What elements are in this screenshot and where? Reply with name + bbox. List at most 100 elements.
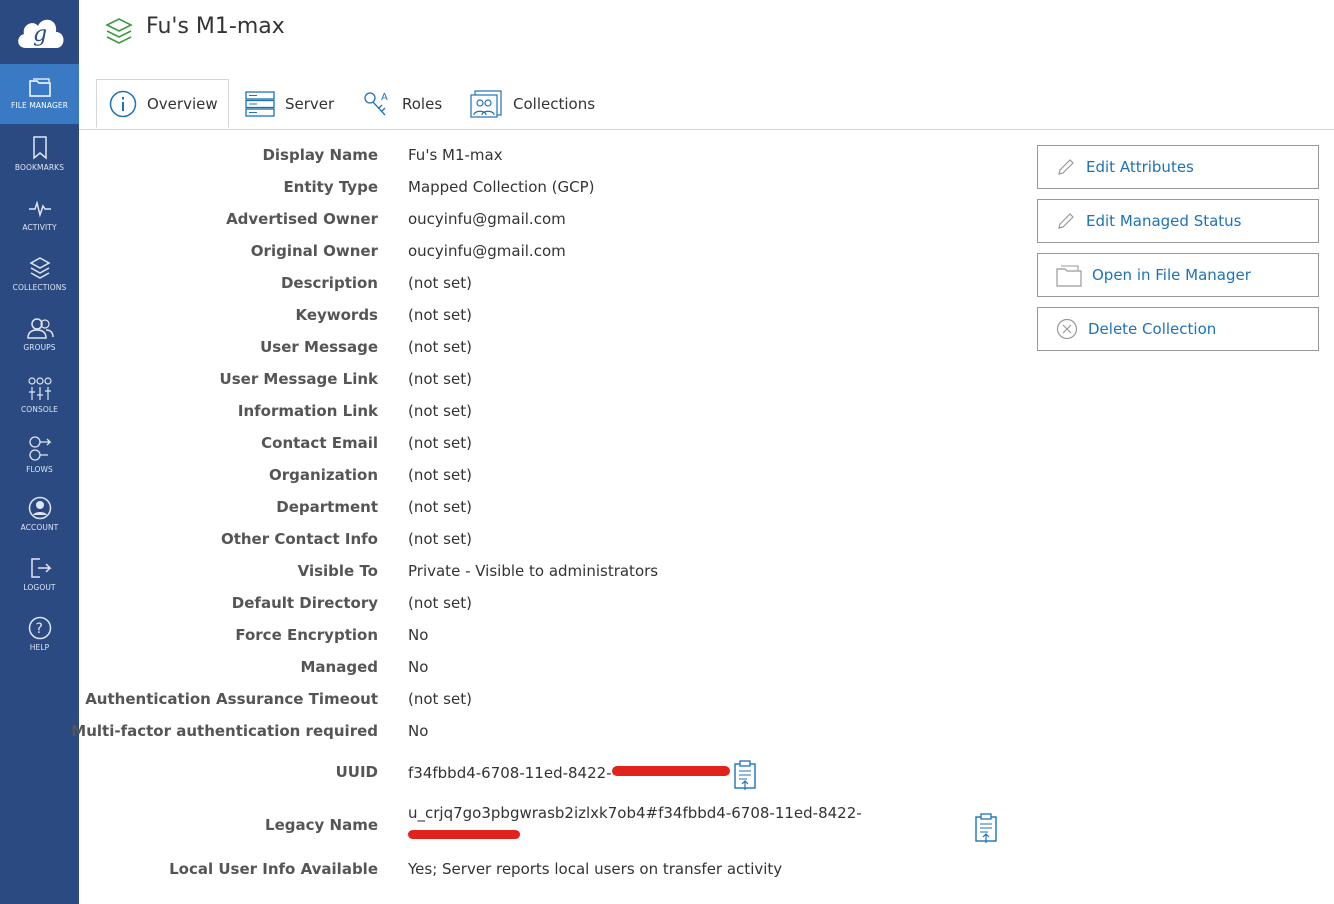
legacy-name-value: u_crjq7go3pbgwrasb2izlxk7ob4#f34fbbd4-67…	[408, 804, 862, 822]
field-value: No	[408, 722, 429, 740]
field-value: (not set)	[408, 402, 472, 420]
field-value: No	[408, 658, 429, 676]
collections-icon	[28, 257, 51, 279]
open-in-file-manager-button[interactable]: Open in File Manager	[1037, 253, 1319, 297]
local-user-info-label: Local User Info Available	[169, 860, 378, 878]
flows-icon	[28, 436, 52, 461]
field-label: Keywords	[295, 306, 378, 324]
server-icon	[245, 91, 275, 117]
sidebar-item-groups[interactable]: GROUPS	[0, 304, 79, 364]
delete-collection-button[interactable]: Delete Collection	[1037, 307, 1319, 351]
sidebar-item-collections[interactable]: COLLECTIONS	[0, 244, 79, 304]
pencil-icon	[1058, 213, 1074, 229]
field-value: oucyinfu@gmail.com	[408, 242, 566, 260]
sidebar-item-label: CONSOLE	[20, 405, 59, 414]
field-label: User Message Link	[219, 370, 378, 388]
field-value: Fu's M1-max	[408, 146, 503, 164]
button-label: Delete Collection	[1088, 320, 1217, 338]
sidebar-item-console[interactable]: CONSOLE	[0, 364, 79, 424]
sidebar-item-help[interactable]: ? HELP	[0, 604, 79, 664]
redaction-mark	[408, 830, 520, 839]
console-icon	[27, 377, 52, 400]
info-icon	[109, 90, 137, 117]
svg-text:g: g	[33, 22, 47, 47]
field-value: (not set)	[408, 338, 472, 356]
pencil-icon	[1058, 159, 1074, 175]
field-value: (not set)	[408, 466, 472, 484]
tab-bar: Overview Server A Roles Collections	[79, 79, 1334, 130]
sidebar-item-bookmarks[interactable]: BOOKMARKS	[0, 124, 79, 184]
sidebar: g FILE MANAGER BOOKMARKS ACTIVITY COLLEC…	[0, 0, 79, 904]
field-label: Authentication Assurance Timeout	[85, 690, 378, 708]
field-label: Display Name	[262, 146, 378, 164]
close-circle-icon	[1056, 318, 1078, 340]
tab-label: Collections	[513, 95, 596, 113]
field-label: Description	[280, 274, 378, 292]
tab-collections[interactable]: Collections	[469, 79, 595, 129]
sidebar-item-account[interactable]: ACCOUNT	[0, 484, 79, 544]
file-manager-icon	[1056, 265, 1082, 287]
tab-label: Roles	[402, 95, 443, 113]
svg-text:?: ?	[35, 621, 42, 637]
collection-layers-icon	[104, 16, 134, 50]
roles-key-icon: A	[364, 92, 388, 116]
button-label: Open in File Manager	[1092, 266, 1251, 284]
copy-uuid-icon[interactable]	[733, 759, 757, 795]
sidebar-item-file-manager[interactable]: FILE MANAGER	[0, 64, 79, 124]
button-label: Edit Attributes	[1086, 158, 1194, 176]
activity-icon	[28, 200, 51, 218]
field-label: Original Owner	[250, 242, 378, 260]
field-label: Force Encryption	[235, 626, 378, 644]
tab-label: Server	[285, 95, 335, 113]
legacy-name-label: Legacy Name	[265, 816, 378, 834]
tab-label: Overview	[147, 94, 218, 113]
field-value: Private - Visible to administrators	[408, 562, 659, 580]
field-value: (not set)	[408, 530, 472, 548]
field-label: Department	[276, 498, 378, 516]
svg-text:A: A	[381, 92, 388, 103]
field-label: Advertised Owner	[226, 210, 378, 228]
page-title: Fu's M1-max	[146, 14, 285, 39]
copy-legacy-name-icon[interactable]	[974, 812, 998, 848]
sidebar-item-flows[interactable]: FLOWS	[0, 424, 79, 484]
globus-logo[interactable]: g	[0, 0, 79, 64]
field-value: (not set)	[408, 498, 472, 516]
field-label: Default Directory	[231, 594, 378, 612]
field-label: Other Contact Info	[220, 530, 378, 548]
file-manager-icon	[28, 78, 51, 97]
sidebar-item-label: GROUPS	[23, 343, 56, 352]
tab-roles[interactable]: A Roles	[362, 79, 442, 129]
sidebar-item-activity[interactable]: ACTIVITY	[0, 184, 79, 244]
local-user-info-value: Yes; Server reports local users on trans…	[408, 860, 783, 878]
field-label: Entity Type	[283, 178, 378, 196]
edit-attributes-button[interactable]: Edit Attributes	[1037, 145, 1319, 189]
field-value: (not set)	[408, 434, 472, 452]
logout-icon	[30, 558, 52, 578]
redaction-mark	[612, 766, 730, 776]
sidebar-item-label: FILE MANAGER	[11, 101, 68, 110]
bookmark-icon	[32, 136, 47, 160]
field-value: Mapped Collection (GCP)	[408, 178, 595, 196]
collections-tab-icon	[470, 90, 502, 118]
tab-server[interactable]: Server	[245, 79, 334, 129]
field-value: (not set)	[408, 370, 472, 388]
field-label: Organization	[269, 466, 378, 484]
field-label: User Message	[260, 338, 378, 356]
field-value: (not set)	[408, 274, 472, 292]
sidebar-item-label: BOOKMARKS	[14, 163, 65, 172]
field-value: (not set)	[408, 594, 472, 612]
uuid-value: f34fbbd4-6708-11ed-8422-	[408, 764, 612, 782]
uuid-label: UUID	[335, 763, 378, 781]
button-label: Edit Managed Status	[1086, 212, 1242, 230]
sidebar-item-label: COLLECTIONS	[12, 283, 67, 292]
sidebar-item-label: HELP	[29, 643, 50, 652]
groups-icon	[26, 318, 54, 339]
sidebar-item-label: LOGOUT	[23, 583, 56, 592]
edit-managed-status-button[interactable]: Edit Managed Status	[1037, 199, 1319, 243]
tab-overview[interactable]: Overview	[96, 79, 229, 128]
sidebar-item-logout[interactable]: LOGOUT	[0, 544, 79, 604]
help-icon: ?	[28, 616, 51, 640]
field-value: No	[408, 626, 429, 644]
field-label: Multi-factor authentication required	[71, 722, 378, 740]
field-value: (not set)	[408, 690, 472, 708]
